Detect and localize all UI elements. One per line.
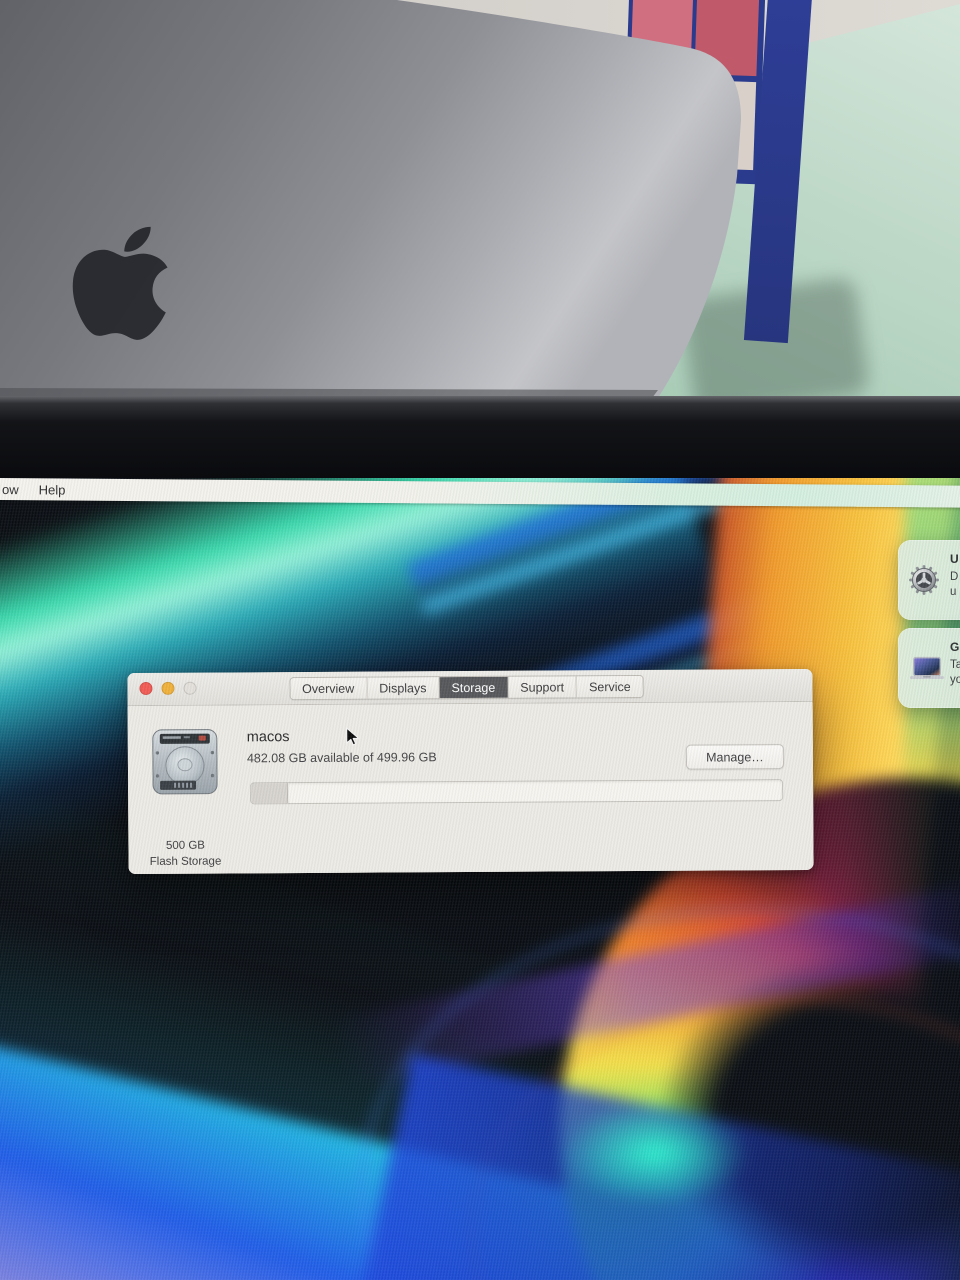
storage-usage-bar bbox=[250, 779, 783, 804]
notification-body-line: D bbox=[950, 571, 958, 583]
tab-service[interactable]: Service bbox=[577, 676, 643, 697]
disk-type-label: Flash Storage bbox=[110, 853, 260, 870]
desktop-wallpaper bbox=[0, 478, 960, 1280]
notification-software-update[interactable]: U D u bbox=[898, 540, 960, 620]
minimize-button[interactable] bbox=[161, 682, 174, 695]
photo-of-macbook-screen: ow Help bbox=[0, 0, 960, 1280]
apple-logo-icon bbox=[60, 211, 183, 352]
notification-body-line: yo bbox=[950, 674, 960, 686]
display-bezel bbox=[0, 396, 960, 478]
close-button[interactable] bbox=[139, 682, 152, 695]
notification-get-to-know-mac[interactable]: G Ta yo bbox=[898, 628, 960, 708]
hard-drive-icon bbox=[152, 729, 218, 795]
tab-displays[interactable]: Displays bbox=[367, 677, 439, 698]
notification-title: U bbox=[950, 552, 959, 566]
notification-title: G bbox=[950, 640, 959, 654]
tab-storage[interactable]: Storage bbox=[439, 677, 508, 698]
disk-caption: 500 GB Flash Storage bbox=[110, 837, 260, 870]
tab-overview[interactable]: Overview bbox=[290, 678, 367, 699]
tab-bar: Overview Displays Storage Support Servic… bbox=[289, 675, 644, 700]
system-preferences-gear-icon bbox=[908, 564, 940, 596]
wallpaper-layer bbox=[520, 1078, 790, 1228]
menu-item-window-partial[interactable]: ow bbox=[0, 482, 29, 497]
about-this-mac-window: Overview Displays Storage Support Servic… bbox=[127, 669, 813, 874]
zoom-button-disabled bbox=[183, 682, 196, 695]
volume-name: macos bbox=[247, 729, 290, 745]
macbook-icon bbox=[908, 656, 946, 682]
notification-body-line: Ta bbox=[950, 659, 960, 671]
storage-availability-text: 482.08 GB available of 499.96 GB bbox=[247, 750, 437, 765]
notification-body-line: u bbox=[950, 586, 956, 598]
menu-item-help[interactable]: Help bbox=[29, 482, 76, 497]
macos-desktop: ow Help bbox=[0, 478, 960, 1280]
window-titlebar[interactable]: Overview Displays Storage Support Servic… bbox=[127, 669, 812, 706]
disk-size-label: 500 GB bbox=[110, 837, 260, 854]
storage-used-segment bbox=[251, 783, 288, 803]
tab-support[interactable]: Support bbox=[508, 676, 577, 697]
mouse-cursor-icon bbox=[345, 727, 361, 747]
desk-scene bbox=[0, 0, 960, 398]
storage-pane: 500 GB Flash Storage macos 482.08 GB ava… bbox=[128, 703, 814, 874]
manage-button[interactable]: Manage… bbox=[686, 744, 784, 770]
